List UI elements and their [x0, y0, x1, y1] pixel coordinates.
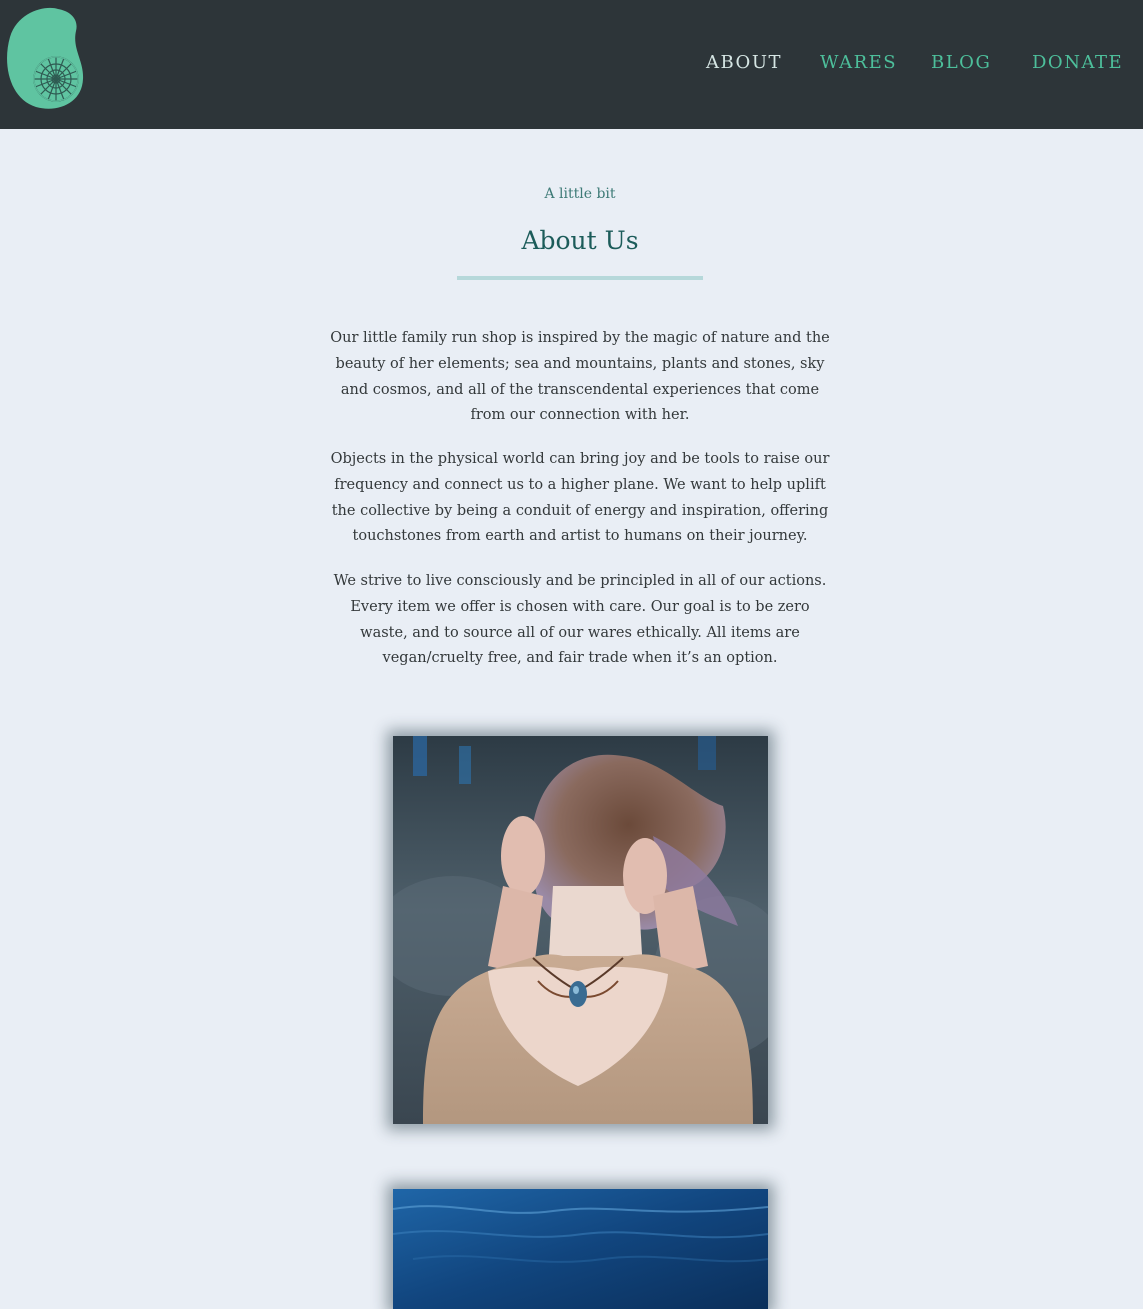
- site-header: ABOUT WARES BLOG DONATE: [0, 0, 1143, 129]
- nav-link-donate[interactable]: DONATE: [1032, 52, 1123, 73]
- nautilus-shell-icon[interactable]: [6, 7, 84, 109]
- nav-link-blog[interactable]: BLOG: [931, 52, 991, 73]
- about-paragraph-3: We strive to live consciously and be pri…: [333, 573, 827, 667]
- nav-link-wares[interactable]: WARES: [820, 52, 897, 73]
- ocean-photo: [393, 1189, 768, 1309]
- title-underline: [457, 276, 703, 280]
- section-eyebrow: A little bit: [544, 186, 616, 202]
- necklace-model-photo: [393, 736, 768, 1124]
- nav-link-about[interactable]: ABOUT: [706, 52, 782, 73]
- about-paragraph-2: Objects in the physical world can bring …: [330, 451, 830, 545]
- page-title: About Us: [521, 226, 639, 255]
- about-paragraph-1: Our little family run shop is inspired b…: [330, 330, 830, 424]
